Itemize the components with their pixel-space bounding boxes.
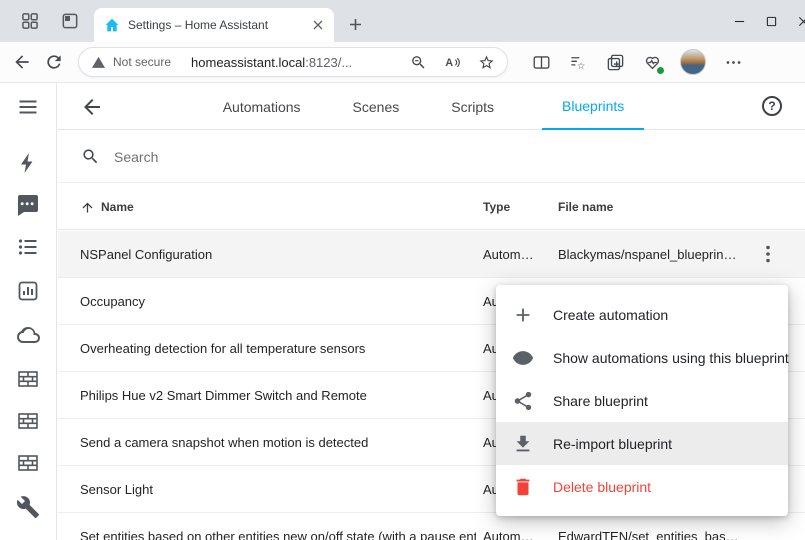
menu-hamburger-icon[interactable] <box>16 95 40 119</box>
share-icon <box>512 390 534 412</box>
svg-text:A: A <box>445 57 453 69</box>
tab-automations[interactable]: Automations <box>219 83 305 130</box>
row-name: Philips Hue v2 Smart Dimmer Switch and R… <box>80 372 367 418</box>
brick-wall-icon[interactable] <box>16 367 40 391</box>
home-assistant-favicon <box>104 17 120 33</box>
back-icon[interactable] <box>12 52 32 72</box>
menu-item-show-automations[interactable]: Show automations using this blueprint <box>496 336 788 379</box>
browser-navbar: Not secure homeassistant.local:8123/... … <box>0 42 805 83</box>
row-name: Set entities based on other entities new… <box>80 513 476 540</box>
profile-avatar[interactable] <box>680 49 706 75</box>
tab-scripts[interactable]: Scripts <box>447 83 498 130</box>
workspaces-icon[interactable] <box>20 11 40 31</box>
row-name: Occupancy <box>80 278 145 324</box>
ha-header: Automations Scenes Scripts Blueprints ? <box>58 83 805 130</box>
ha-nav-tabs: Automations Scenes Scripts Blueprints <box>58 83 805 130</box>
lightning-bolt-icon[interactable] <box>16 151 40 175</box>
favorite-star-icon[interactable] <box>478 54 495 71</box>
brick-wall-icon[interactable] <box>16 409 40 433</box>
row-name: Sensor Light <box>80 466 153 512</box>
zoom-out-icon[interactable] <box>410 54 427 71</box>
home-assistant-app: Automations Scenes Scripts Blueprints ? <box>0 83 805 540</box>
url-host: homeassistant.local <box>191 55 305 70</box>
wrench-icon[interactable] <box>16 495 40 519</box>
list-icon[interactable] <box>16 235 40 259</box>
minimize-button[interactable] <box>723 0 755 42</box>
menu-item-share-blueprint[interactable]: Share blueprint <box>496 379 788 422</box>
column-header-file[interactable]: File name <box>558 184 613 230</box>
row-overflow-menu-icon[interactable] <box>756 242 780 266</box>
column-header-name[interactable]: Name <box>80 184 134 230</box>
search-input[interactable] <box>114 149 434 165</box>
ha-main: Automations Scenes Scripts Blueprints ? <box>58 83 805 540</box>
menu-item-reimport-blueprint[interactable]: Re-import blueprint <box>496 422 788 465</box>
trash-icon <box>512 476 534 498</box>
tab-title: Settings – Home Assistant <box>128 18 302 32</box>
menu-item-create-automation[interactable]: Create automation <box>496 293 788 336</box>
plus-icon <box>512 304 534 326</box>
ha-sidebar <box>0 83 57 540</box>
close-button[interactable] <box>787 0 805 42</box>
help-icon[interactable]: ? <box>762 96 782 116</box>
svg-text:☆: ☆ <box>577 60 586 71</box>
address-bar[interactable]: Not secure homeassistant.local:8123/... … <box>78 47 508 77</box>
new-tab-button[interactable] <box>346 15 365 34</box>
download-icon <box>512 433 534 455</box>
message-icon[interactable] <box>16 193 40 217</box>
not-secure-warning-icon <box>91 55 106 70</box>
url-suffix: :8123/... <box>305 55 352 70</box>
browser-tab[interactable]: Settings – Home Assistant <box>94 8 334 42</box>
eye-icon <box>512 347 534 369</box>
row-type: Autom… <box>483 231 555 277</box>
tab-close-icon[interactable] <box>310 17 326 33</box>
security-label[interactable]: Not secure <box>113 55 171 69</box>
settings-more-icon[interactable] <box>724 53 743 72</box>
collections-icon[interactable] <box>606 53 625 72</box>
refresh-icon[interactable] <box>44 52 64 72</box>
row-file: Blackymas/nspanel_blueprin… <box>558 231 758 277</box>
search-row <box>58 131 805 183</box>
brick-wall-icon[interactable] <box>16 451 40 475</box>
url-text[interactable]: homeassistant.local:8123/... <box>191 55 352 70</box>
sort-ascending-icon <box>80 200 95 215</box>
maximize-button[interactable] <box>755 0 787 42</box>
essentials-status-dot <box>656 66 665 75</box>
table-row[interactable]: Set entities based on other entities new… <box>58 513 805 540</box>
row-name: NSPanel Configuration <box>80 231 212 277</box>
tab-scenes[interactable]: Scenes <box>349 83 404 130</box>
browser-titlebar: Settings – Home Assistant <box>0 0 805 42</box>
column-header-type[interactable]: Type <box>483 184 510 230</box>
table-row[interactable]: NSPanel Configuration Autom… Blackymas/n… <box>58 231 805 278</box>
browser-window: Settings – Home Assistant Not secure hom… <box>0 0 805 540</box>
split-screen-icon[interactable] <box>532 53 551 72</box>
browser-essentials-icon[interactable] <box>643 53 662 72</box>
row-name: Overheating detection for all temperatur… <box>80 325 365 371</box>
bar-chart-icon[interactable] <box>16 279 40 303</box>
blueprint-context-menu: Create automation Show automations using… <box>496 285 788 516</box>
row-file: EdwardTEN/set_entities_bas… <box>558 513 758 540</box>
search-icon <box>81 147 100 166</box>
tab-blueprints[interactable]: Blueprints <box>542 83 644 130</box>
row-type: Autom… <box>483 513 555 540</box>
read-aloud-icon[interactable]: A <box>444 54 461 71</box>
row-name: Send a camera snapshot when motion is de… <box>80 419 368 465</box>
tab-actions-icon[interactable] <box>60 11 80 31</box>
cloud-icon[interactable] <box>16 323 40 347</box>
favorites-bar-icon[interactable]: ☆ <box>569 53 588 72</box>
table-header: Name Type File name <box>58 184 805 230</box>
menu-item-delete-blueprint[interactable]: Delete blueprint <box>496 465 788 508</box>
